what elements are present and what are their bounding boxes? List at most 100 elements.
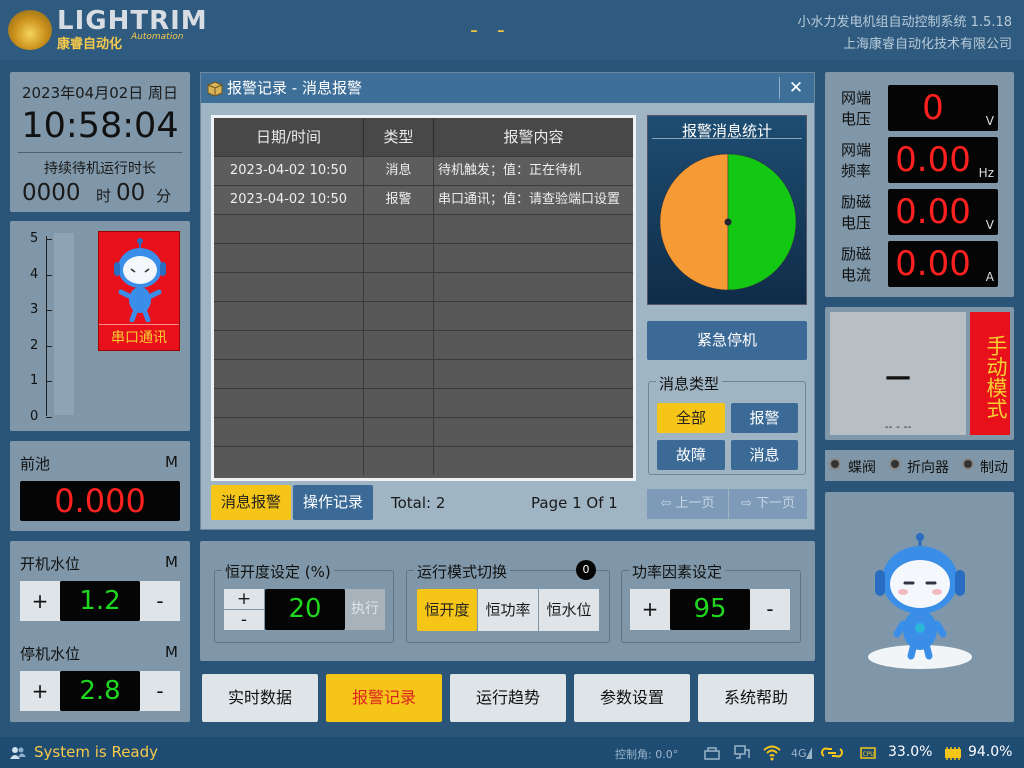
table-cell [434,302,633,330]
col-type[interactable]: 类型 [364,118,434,156]
prev-page-button[interactable]: ⇦ 上一页 [647,489,728,519]
duration-label: 持续待机运行时长 [44,161,156,177]
control-angle: 控制角: 0.0° [615,748,679,761]
dialog-title: 报警记录 - 消息报警 [201,73,814,103]
4g-signal-icon: 4G [791,747,812,760]
opening-minus-button[interactable]: - [224,610,264,630]
close-icon[interactable]: ✕ [785,75,807,101]
table-cell [364,215,434,243]
table-cell [434,418,633,446]
link-icon [821,747,843,758]
butterfly-valve-label: 蝶阀 [848,460,876,476]
meter-unit: A [985,270,994,284]
status-text: System is Ready [34,743,159,761]
mascot-panel [825,492,1014,722]
wifi-icon [763,745,781,761]
table-cell [434,244,633,272]
stop-level-minus-button[interactable]: - [140,671,180,711]
table-cell [214,302,364,330]
butterfly-valve-indicator [829,458,841,470]
meters-panel: 网端 电压 0 V 网端 频率 0.00 Hz 励磁 电压 0.00 V 励磁 电流 0.00 A [825,72,1014,297]
filter-fault-button[interactable]: 故障 [657,440,725,470]
opening-exec-button[interactable]: 执行 [345,589,385,630]
manual-mode-button[interactable]: 手动模式 [970,312,1010,435]
box-icon [207,81,223,97]
meter-label: 励磁 电流 [841,244,871,286]
table-cell: 消息 [364,157,434,185]
stats-pie-chart [659,153,797,291]
nav-trends[interactable]: 运行趋势 [450,674,566,722]
gauge-tick-label: 4 [30,266,39,282]
table-row-empty[interactable] [214,417,633,446]
start-level-unit: M [165,553,178,571]
meter-value: 0.00 [895,192,971,232]
table-row-empty[interactable] [214,330,633,359]
filter-all-button[interactable]: 全部 [657,403,725,433]
table-cell [364,244,434,272]
table-row[interactable]: 2023-04-02 10:50 报警 串口通讯；值：请查验端口设置 [214,185,633,214]
tab-message-alarm[interactable]: 消息报警 [211,485,291,520]
table-row-empty[interactable] [214,272,633,301]
col-content[interactable]: 报警内容 [434,118,633,156]
filter-alarm-button[interactable]: 报警 [731,403,798,433]
table-row-empty[interactable] [214,214,633,243]
nav-help[interactable]: 系统帮助 [698,674,814,722]
pie-slice-报警 [659,153,729,291]
meter-label-line: 频率 [841,162,872,180]
meter-label-line: 电流 [841,266,872,284]
deflector-label: 折向器 [907,460,949,476]
next-page-button[interactable]: ⇨ 下一页 [729,489,807,519]
power-factor-value: 95 [670,589,750,630]
col-datetime[interactable]: 日期/时间 [214,118,364,156]
duration-minutes: 00 [116,180,146,206]
tab-operation-log[interactable]: 操作记录 [293,485,373,520]
start-level-plus-button[interactable]: + [20,581,60,621]
table-row-empty[interactable] [214,243,633,272]
filter-legend: 消息类型 [656,373,723,394]
time-text: 10:58:04 [21,106,179,146]
meter-value: 0.00 [895,244,971,284]
meter-label-line: 网端 [841,141,872,159]
nav-parameters[interactable]: 参数设置 [574,674,690,722]
nav-alarm-records[interactable]: 报警记录 [326,674,442,722]
table-cell: 2023-04-02 10:50 [214,186,364,214]
table-cell [364,418,434,446]
gauge-tick-label: 1 [30,373,39,388]
mode-display-value: — [885,362,911,392]
mode-display-sub: -- - -- [884,420,912,433]
system-name: 小水力发电机组自动控制系统 1.5.18 [797,15,1012,30]
power-factor-plus-button[interactable]: + [630,589,670,630]
table-row-empty[interactable] [214,301,633,330]
total-count: Total: 2 [391,494,446,512]
table-cell [434,331,633,359]
svg-text:CPU: CPU [863,751,875,758]
brake-indicator [962,458,974,470]
gauge-panel: 5 4 3 2 1 0 串口通讯 [10,221,190,431]
table-row[interactable]: 2023-04-02 10:50 消息 待机触发；值：正在待机 [214,156,633,185]
mode-constant-level[interactable]: 恒水位 [539,589,599,631]
table-cell [364,302,434,330]
gauge-tick-label: 5 [30,231,39,246]
table-row-empty[interactable] [214,388,633,417]
network-icon [704,747,720,760]
serial-alarm-tile[interactable]: 串口通讯 [98,231,180,351]
gauge-tick [46,239,52,240]
nav-realtime-data[interactable]: 实时数据 [202,674,318,722]
start-level-minus-button[interactable]: - [140,581,180,621]
alarm-record-dialog: 报警记录 - 消息报警 ✕ 日期/时间 类型 报警内容 2023-04-02 1… [200,72,815,530]
stats-panel: 报警消息统计 [647,115,807,305]
power-factor-minus-button[interactable]: - [750,589,790,630]
opening-plus-button[interactable]: + [224,589,264,609]
table-cell [434,360,633,388]
table-row-empty[interactable] [214,359,633,388]
emergency-stop-button[interactable]: 紧急停机 [647,321,807,360]
stop-level-plus-button[interactable]: + [20,671,60,711]
duration-hours: 0000 [22,180,81,206]
forebay-unit: M [165,453,178,471]
table-row-empty[interactable] [214,446,633,475]
gauge-tick-label: 2 [30,337,39,353]
mode-constant-power[interactable]: 恒功率 [478,589,538,631]
filter-message-button[interactable]: 消息 [731,440,798,470]
mode-constant-opening[interactable]: 恒开度 [417,589,477,631]
hours-unit: 时 [96,187,112,205]
